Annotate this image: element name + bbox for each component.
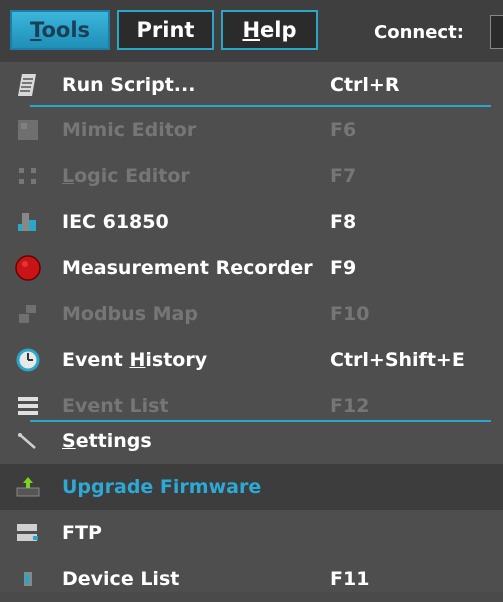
- print-menu-button[interactable]: Print: [117, 10, 214, 50]
- menu-item-shortcut: F6: [330, 119, 357, 141]
- connect-dropdown[interactable]: [490, 15, 503, 49]
- menu-item-shortcut: F7: [330, 165, 357, 187]
- server-icon: [14, 519, 42, 547]
- print-menu-label: Print: [136, 18, 195, 42]
- menu-item-shortcut: Ctrl+R: [330, 74, 400, 96]
- menu-item-label: Device List: [62, 568, 180, 590]
- menu-item-ftp[interactable]: FTP: [0, 510, 503, 556]
- connect-label: Connect:: [374, 22, 464, 43]
- menu-item-shortcut: F11: [330, 568, 370, 590]
- menu-item-settings[interactable]: Settings: [0, 418, 503, 464]
- menu-item-upgrade-firmware[interactable]: Upgrade Firmware: [0, 464, 503, 510]
- menu-item-label-rest: ettings: [75, 430, 152, 452]
- device-icon: [14, 565, 42, 593]
- help-menu-label: Help: [242, 18, 297, 42]
- menu-item-measurement-recorder[interactable]: Measurement Recorder F9: [0, 245, 503, 291]
- menu-item-event-history[interactable]: Event History Ctrl+Shift+E: [0, 337, 503, 383]
- help-menu-button[interactable]: Help: [221, 10, 318, 50]
- firmware-upgrade-icon: [14, 473, 42, 501]
- menu-item-label-pre: Event: [62, 349, 130, 371]
- menu-item-label: FTP: [62, 522, 102, 544]
- mimic-editor-icon: [14, 116, 42, 144]
- iec-61850-icon: [14, 208, 42, 236]
- menu-item-shortcut: F8: [330, 211, 357, 233]
- tools-menu-label: Tools: [29, 18, 91, 42]
- menu-item-modbus-map: Modbus Map F10: [0, 291, 503, 337]
- menu-item-label: Event History: [62, 349, 208, 371]
- menu-item-label: IEC 61850: [62, 211, 169, 233]
- list-icon: [14, 392, 42, 420]
- menu-item-label-rest: istory: [145, 349, 208, 371]
- menu-item-shortcut: F10: [330, 303, 370, 325]
- menu-item-label-rest: ogic Editor: [74, 165, 190, 187]
- menu-item-label: Measurement Recorder: [62, 257, 313, 279]
- script-icon: [14, 71, 42, 99]
- menu-item-label: Upgrade Firmware: [62, 476, 262, 498]
- menu-item-mimic-editor: Mimic Editor F6: [0, 107, 503, 153]
- menu-item-label: Event List: [62, 395, 169, 417]
- menu-item-label: Logic Editor: [62, 165, 190, 187]
- logic-editor-icon: [14, 162, 42, 190]
- menu-item-iec-61850[interactable]: IEC 61850 F8: [0, 199, 503, 245]
- menu-bar: Tools Print Help Connect:: [0, 0, 503, 62]
- menu-item-shortcut: F12: [330, 395, 370, 417]
- record-icon: [14, 254, 42, 282]
- menu-item-label: Run Script...: [62, 74, 196, 96]
- tools-menu-button[interactable]: Tools: [10, 10, 110, 50]
- menu-item-label: Modbus Map: [62, 303, 198, 325]
- tools-dropdown-menu: Run Script... Ctrl+R Mimic Editor F6 Log…: [0, 62, 503, 592]
- menu-item-device-list[interactable]: Device List F11: [0, 556, 503, 602]
- menu-item-shortcut: F9: [330, 257, 357, 279]
- menu-item-logic-editor: Logic Editor F7: [0, 153, 503, 199]
- menu-item-shortcut: Ctrl+Shift+E: [330, 349, 465, 371]
- menu-item-label: Mimic Editor: [62, 119, 197, 141]
- modbus-map-icon: [14, 300, 42, 328]
- wrench-icon: [14, 427, 42, 455]
- clock-icon: [14, 346, 42, 374]
- menu-item-label: Settings: [62, 430, 152, 452]
- menu-item-run-script[interactable]: Run Script... Ctrl+R: [0, 62, 503, 108]
